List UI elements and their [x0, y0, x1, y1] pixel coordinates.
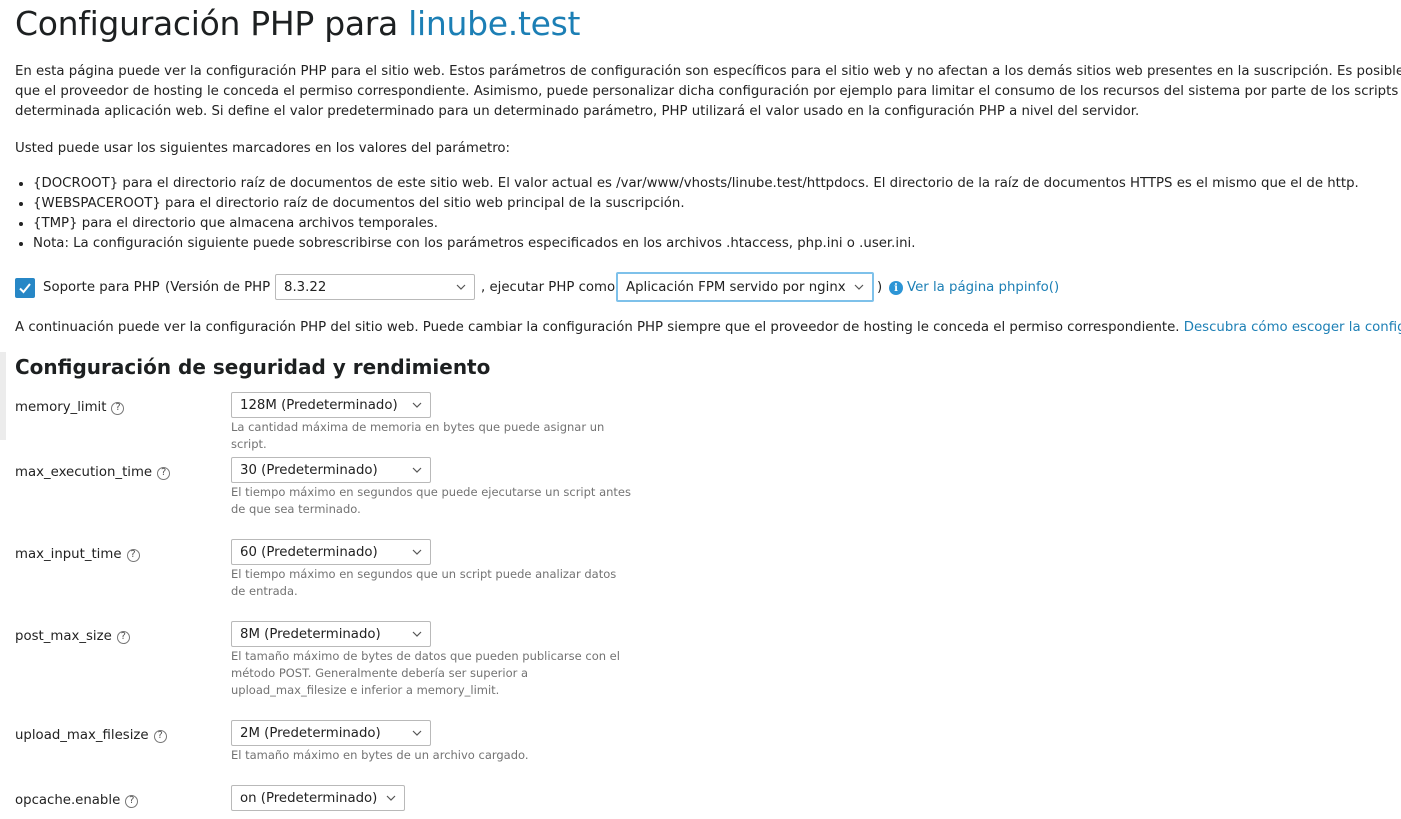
- continue-text: A continuación puede ver la configuració…: [15, 320, 1180, 335]
- chevron-down-icon: [412, 631, 422, 637]
- setting-name: opcache.enable ?: [15, 791, 139, 811]
- max-input-time-select[interactable]: 60 (Predeterminado): [231, 539, 431, 565]
- memory-limit-select[interactable]: 128M (Predeterminado): [231, 392, 431, 418]
- marker-note: Nota: La configuración siguiente puede s…: [33, 234, 1359, 254]
- run-as-label: , ejecutar PHP como: [481, 280, 616, 295]
- page-title: Configuración PHP para linube.test: [15, 4, 580, 43]
- php-version-prefix: (Versión de PHP: [165, 280, 271, 295]
- setting-name: memory_limit ?: [15, 398, 125, 418]
- setting-description: La cantidad máxima de memoria en bytes q…: [231, 420, 605, 451]
- php-version-select[interactable]: 8.3.22: [275, 274, 475, 300]
- select-value: 2M (Predeterminado): [240, 725, 381, 741]
- section-title: Configuración de seguridad y rendimiento: [15, 355, 491, 379]
- sidebar-resize-handle[interactable]: [0, 352, 6, 440]
- chevron-down-icon: [456, 284, 466, 290]
- markers-list: {DOCROOT} para el directorio raíz de doc…: [15, 174, 1359, 254]
- chevron-down-icon: [412, 402, 422, 408]
- intro-paragraph: En esta página puede ver la configuració…: [15, 62, 1401, 122]
- help-icon[interactable]: ?: [125, 794, 139, 808]
- setting-name-text: opcache.enable: [15, 793, 121, 808]
- intro-line-3: determinada aplicación web. Si define el…: [15, 104, 1140, 119]
- setting-name: max_execution_time ?: [15, 463, 171, 483]
- page-title-prefix: Configuración PHP para: [15, 4, 398, 43]
- php-handler-value: Aplicación FPM servido por nginx: [626, 279, 846, 295]
- php-support-checkbox[interactable]: [15, 278, 35, 298]
- setting-name-text: post_max_size: [15, 629, 112, 644]
- help-icon[interactable]: ?: [157, 466, 171, 480]
- marker-webspaceroot: {WEBSPACEROOT} para el directorio raíz d…: [33, 194, 1359, 214]
- check-icon: [19, 283, 31, 294]
- setting-name: max_input_time ?: [15, 545, 140, 565]
- post-max-size-select[interactable]: 8M (Predeterminado): [231, 621, 431, 647]
- markers-intro: Usted puede usar los siguientes marcador…: [15, 141, 511, 156]
- chevron-down-icon: [412, 730, 422, 736]
- setting-description: El tamaño máximo de bytes de datos que p…: [231, 649, 620, 697]
- chevron-down-icon: [412, 467, 422, 473]
- intro-line-1: En esta página puede ver la configuració…: [15, 64, 1401, 79]
- php-handler-select[interactable]: Aplicación FPM servido por nginx: [616, 272, 874, 302]
- help-icon[interactable]: ?: [111, 401, 125, 415]
- setting-name-text: max_input_time: [15, 547, 122, 562]
- setting-description: El tiempo máximo en segundos que puede e…: [231, 485, 632, 516]
- marker-tmp: {TMP} para el directorio que almacena ar…: [33, 214, 1359, 234]
- php-version-value: 8.3.22: [284, 279, 327, 295]
- choose-config-link[interactable]: Descubra cómo escoger la configurac: [1184, 320, 1401, 335]
- setting-name: upload_max_filesize ?: [15, 726, 167, 746]
- help-icon[interactable]: ?: [126, 548, 140, 562]
- upload-max-filesize-select[interactable]: 2M (Predeterminado): [231, 720, 431, 746]
- select-value: 30 (Predeterminado): [240, 462, 378, 478]
- chevron-down-icon: [854, 284, 864, 290]
- select-value: 128M (Predeterminado): [240, 397, 398, 413]
- phpinfo-link[interactable]: Ver la página phpinfo(): [907, 280, 1059, 295]
- max-execution-time-select[interactable]: 30 (Predeterminado): [231, 457, 431, 483]
- setting-description: El tamaño máximo en bytes de un archivo …: [231, 748, 529, 762]
- select-value: 60 (Predeterminado): [240, 544, 378, 560]
- setting-name-text: memory_limit: [15, 400, 107, 415]
- php-support-label[interactable]: Soporte para PHP: [43, 280, 160, 295]
- setting-name: post_max_size ?: [15, 627, 130, 647]
- setting-name-text: max_execution_time: [15, 465, 153, 480]
- setting-description: El tiempo máximo en segundos que un scri…: [231, 567, 617, 598]
- intro-line-2: que el proveedor de hosting le conceda e…: [15, 84, 1401, 99]
- info-icon: i: [889, 281, 903, 295]
- opcache-enable-select[interactable]: on (Predeterminado): [231, 785, 405, 811]
- continue-paragraph: A continuación puede ver la configuració…: [15, 318, 1401, 338]
- select-value: 8M (Predeterminado): [240, 626, 381, 642]
- help-icon[interactable]: ?: [153, 729, 167, 743]
- setting-name-text: upload_max_filesize: [15, 728, 149, 743]
- close-paren: ): [877, 280, 883, 295]
- select-value: on (Predeterminado): [240, 790, 378, 806]
- chevron-down-icon: [386, 795, 396, 801]
- help-icon[interactable]: ?: [116, 630, 130, 644]
- page-title-site: linube.test: [408, 4, 581, 43]
- marker-docroot: {DOCROOT} para el directorio raíz de doc…: [33, 174, 1359, 194]
- php-support-row: Soporte para PHP (Versión de PHP 8.3.22 …: [15, 272, 1401, 302]
- chevron-down-icon: [412, 549, 422, 555]
